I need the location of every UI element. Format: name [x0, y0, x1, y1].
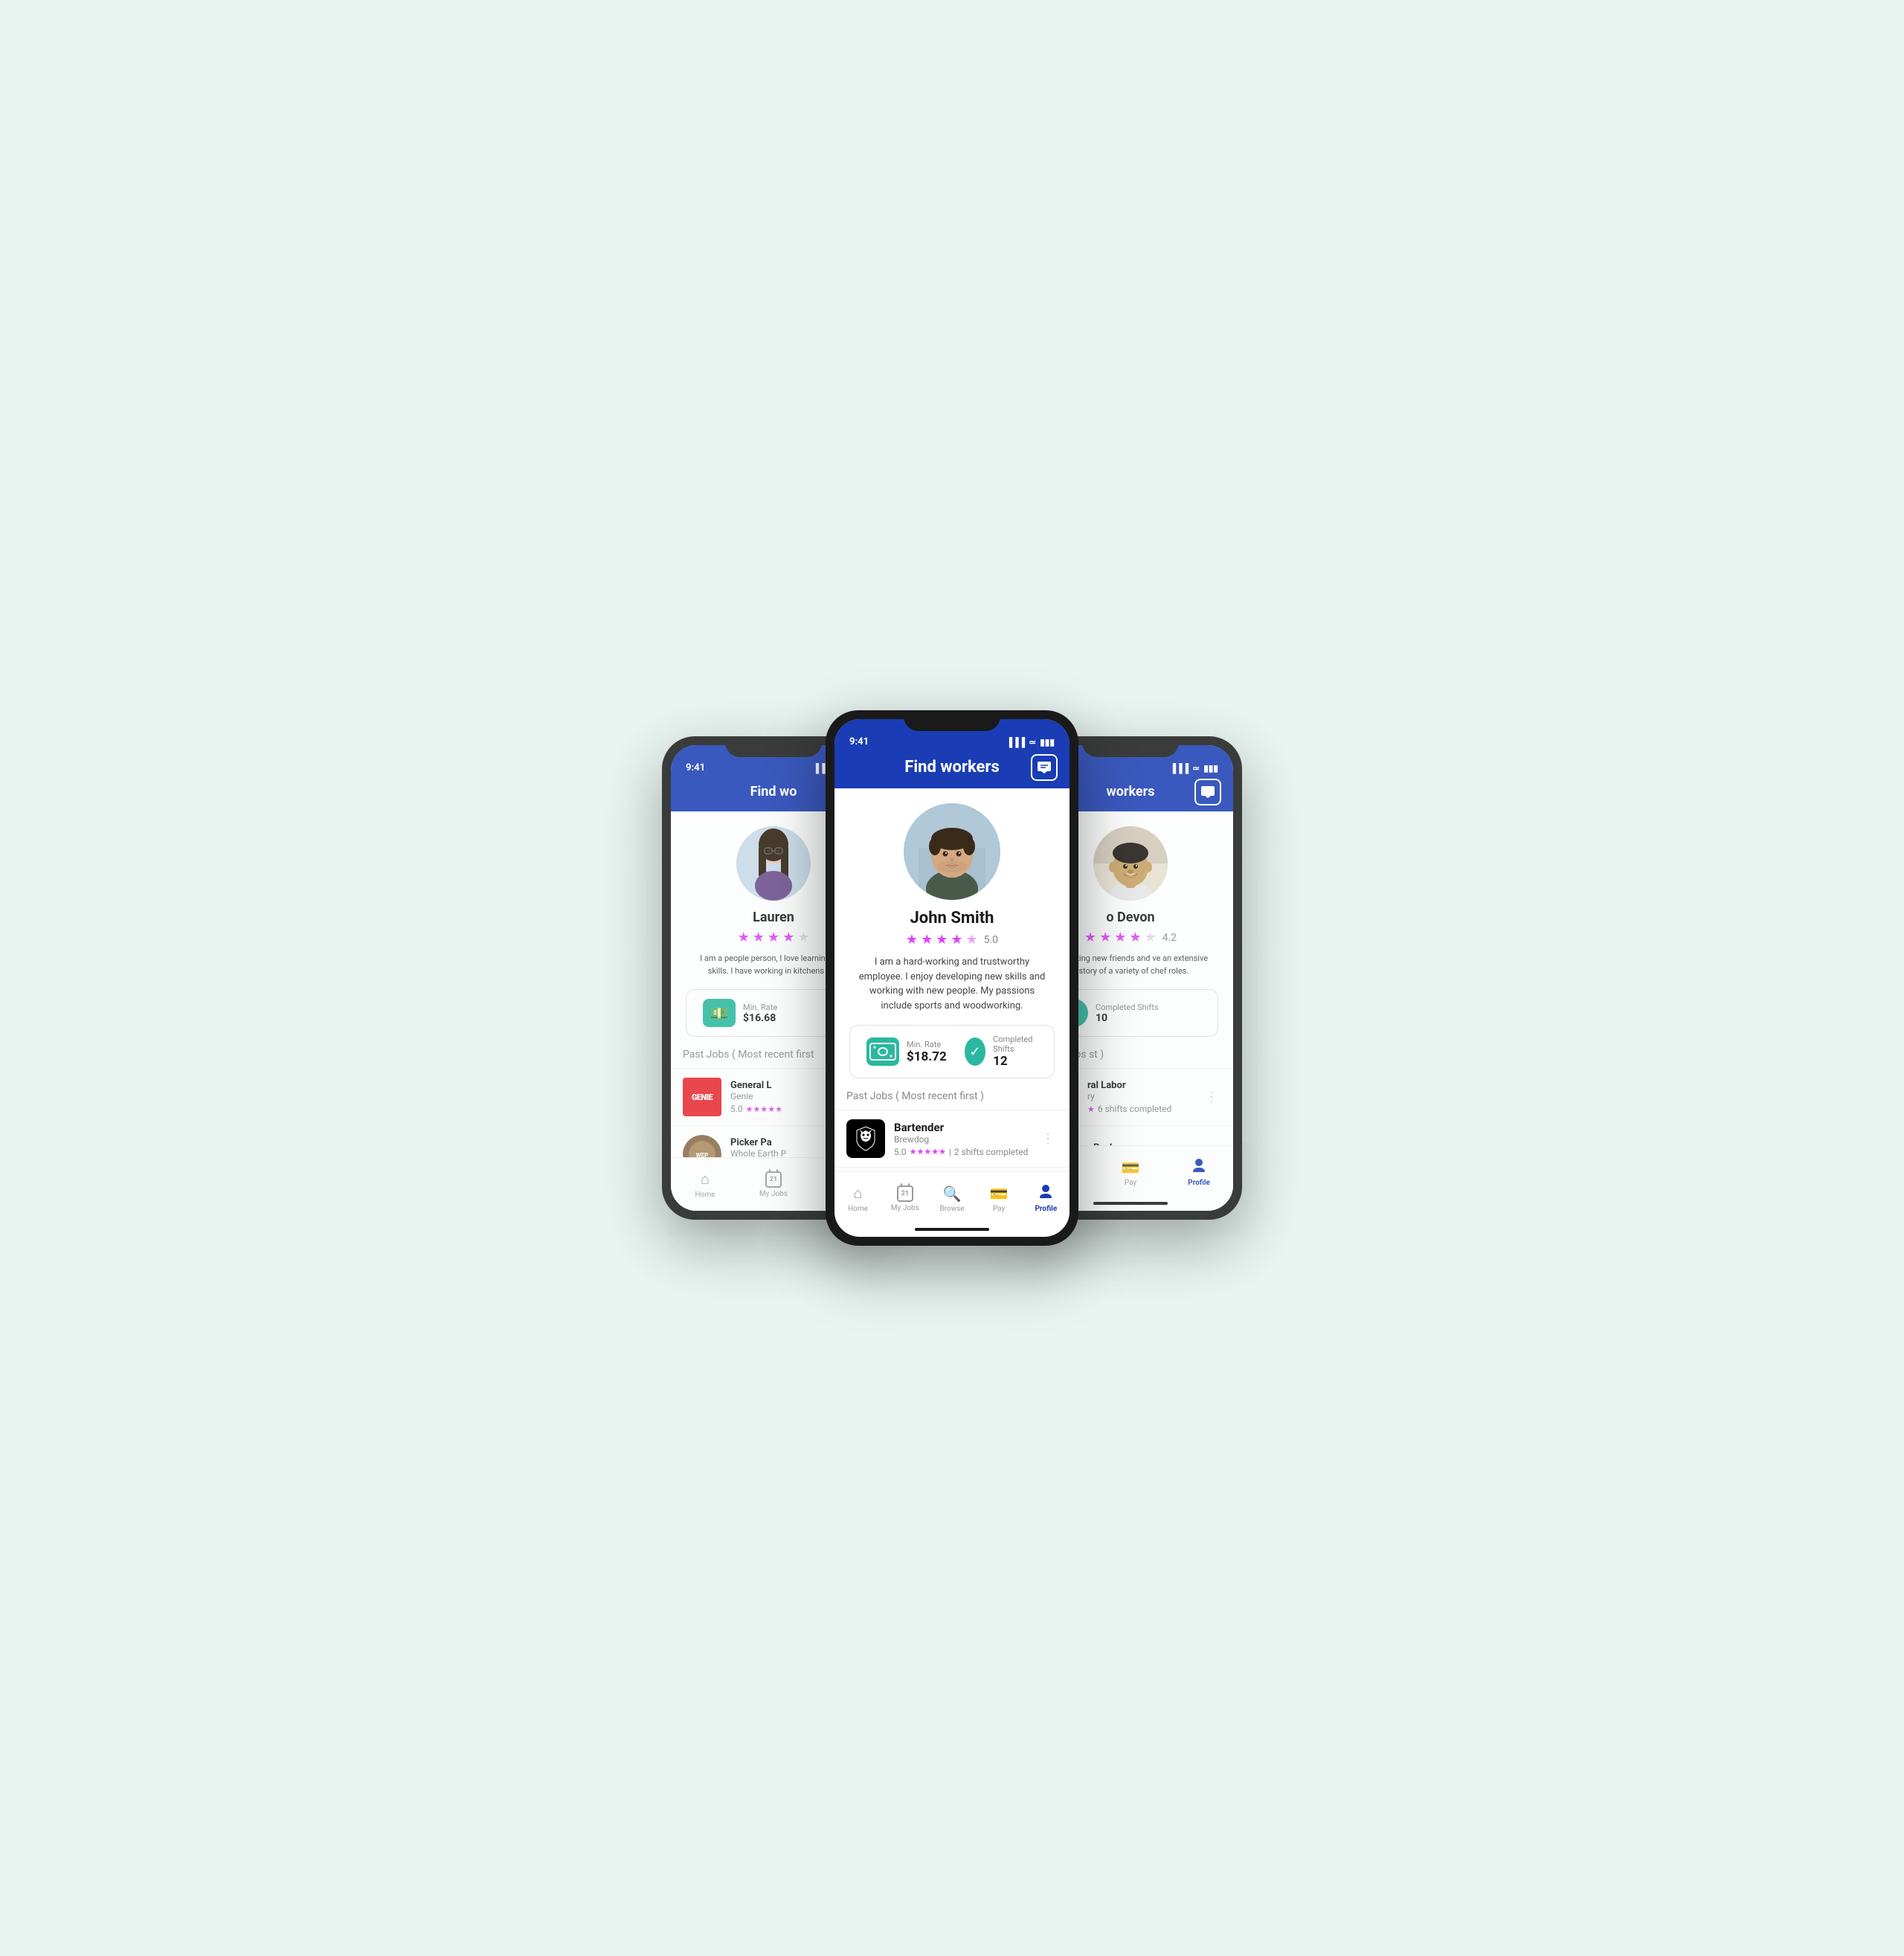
calendar-icon-left: 21 [765, 1171, 782, 1188]
scroll-content-center[interactable]: John Smith ★ ★ ★ ★ ★ 5.0 I am a hard-wor… [834, 788, 1070, 1171]
shifts-text-right: Completed Shifts 10 [1096, 1003, 1159, 1024]
status-icons-center: ▐▐▐ ≃ ▮▮▮ [1006, 737, 1055, 747]
battery-icon-right: ▮▮▮ [1203, 763, 1218, 773]
job-company-center-1: Brewdog [894, 1134, 1029, 1145]
pay-icon-right: 💳 [1122, 1159, 1140, 1177]
nav-profile-center[interactable]: Profile [1028, 1184, 1064, 1213]
job-card-center-1[interactable]: Bartender Brewdog 5.0 ★★★★★ | 2 shifts c… [834, 1110, 1070, 1167]
brewdog-logo [846, 1119, 885, 1158]
bio-center: I am a hard-working and trustworthy empl… [849, 955, 1055, 1013]
job-card-center-2[interactable]: Levy Prep Cook Levy Restaurant 5.0 ★★★★★… [834, 1167, 1070, 1171]
worker-name-right: o Devon [1106, 910, 1154, 925]
notch-left [725, 736, 822, 757]
shifts-text-center: Completed Shifts 12 [993, 1035, 1040, 1069]
job-company-right-1: ry [1087, 1091, 1193, 1101]
more-button-center-1[interactable]: ⋮ [1038, 1128, 1058, 1150]
job-title-right-2: r Packer [1087, 1142, 1193, 1145]
nav-home-left[interactable]: ⌂ Home [687, 1170, 723, 1199]
job-title-center-1: Bartender [894, 1121, 1029, 1134]
center-phone: 9:41 ▐▐▐ ≃ ▮▮▮ Find workers [826, 710, 1078, 1246]
stars-right: ★ ★ ★ ★ ★ 4.2 [1084, 930, 1177, 945]
stars-center: ★ ★ ★ ★ ★ 5.0 [906, 932, 998, 948]
time-center: 9:41 [849, 736, 869, 747]
scene: 9:41 ▐▐▐ ≃ ▮▮▮ Find wo [647, 625, 1257, 1331]
avatar-center [904, 803, 1000, 900]
nav-browse-center[interactable]: 🔍 Browse [934, 1185, 970, 1213]
status-icons-right: ▐▐▐ ≃ ▮▮▮ [1170, 763, 1218, 773]
stats-row-center: Min. Rate $18.72 ✓ Completed Shifts 12 [849, 1025, 1055, 1078]
wep-logo: WEP [683, 1135, 721, 1157]
wifi-icon-center: ≃ [1029, 737, 1036, 747]
job-info-right-2: r Packer ★ 4 shifts completed [1087, 1142, 1193, 1145]
header-title-right: workers [1107, 784, 1155, 800]
svg-text:WEP: WEP [696, 1152, 709, 1157]
time-left: 9:41 [686, 762, 705, 773]
shifts-stat-center: ✓ Completed Shifts 12 [956, 1026, 1049, 1078]
nav-myjobs-center[interactable]: 21 My Jobs [887, 1185, 923, 1212]
avatar-left [736, 826, 811, 901]
job-meta-right-1: ★ 6 shifts completed [1087, 1104, 1193, 1114]
pay-icon-center: 💳 [990, 1185, 1009, 1203]
chat-button-center[interactable] [1031, 754, 1058, 781]
more-button-right-2[interactable]: ⋮ [1202, 1144, 1221, 1146]
more-button-right-1[interactable]: ⋮ [1202, 1087, 1221, 1108]
genie-logo: GENIE [683, 1078, 721, 1116]
check-circle-center: ✓ [965, 1037, 985, 1066]
header-title-left: Find wo [750, 784, 797, 800]
past-jobs-title-center: Past Jobs ( Most recent first ) [834, 1090, 1070, 1110]
profile-icon-right [1191, 1158, 1206, 1177]
rating-num-right: 4.2 [1162, 932, 1177, 944]
profile-icon-center [1038, 1184, 1053, 1203]
chat-button-right[interactable] [1194, 779, 1221, 805]
home-icon-left: ⌂ [701, 1170, 710, 1188]
nav-profile-right[interactable]: Profile [1181, 1158, 1217, 1187]
wifi-icon-right: ≃ [1192, 763, 1200, 773]
rate-text-left: Min. Rate $16.68 [743, 1003, 777, 1024]
job-info-center-1: Bartender Brewdog 5.0 ★★★★★ | 2 shifts c… [894, 1121, 1029, 1157]
nav-home-center[interactable]: ⌂ Home [840, 1184, 876, 1213]
signal-icon-right: ▐▐▐ [1170, 763, 1189, 773]
profile-section-center: John Smith ★ ★ ★ ★ ★ 5.0 I am a hard-wor… [834, 788, 1070, 1090]
app-header-center: Find workers [834, 752, 1070, 788]
job-meta-center-1: 5.0 ★★★★★ | 2 shifts completed [894, 1147, 1029, 1157]
header-title-center: Find workers [904, 758, 1000, 776]
rate-text-center: Min. Rate $18.72 [907, 1040, 947, 1064]
job-info-right-1: ral Labor ry ★ 6 shifts completed [1087, 1080, 1193, 1114]
bottom-nav-center: ⌂ Home 21 My Jobs 🔍 Browse 💳 Pay [834, 1171, 1070, 1225]
nav-myjobs-left[interactable]: 21 My Jobs [756, 1171, 791, 1198]
nav-pay-center[interactable]: 💳 Pay [981, 1185, 1017, 1213]
home-bar-right [1093, 1202, 1168, 1205]
money-icon-center [866, 1037, 899, 1066]
battery-icon-center: ▮▮▮ [1040, 737, 1055, 747]
signal-icon-center: ▐▐▐ [1006, 737, 1026, 747]
worker-name-center: John Smith [910, 909, 994, 927]
search-icon-center: 🔍 [943, 1185, 962, 1203]
rate-stat-center: Min. Rate $18.72 [858, 1029, 956, 1075]
job-title-right-1: ral Labor [1087, 1080, 1193, 1091]
home-icon-center: ⌂ [854, 1184, 863, 1203]
notch-right [1082, 736, 1179, 757]
money-icon-left: 💵 [703, 999, 736, 1027]
rating-num-center: 5.0 [984, 934, 998, 946]
notch-center [904, 710, 1000, 731]
avatar-right [1093, 826, 1168, 901]
worker-name-left: Lauren [753, 910, 794, 925]
home-bar-center [915, 1228, 989, 1231]
calendar-icon-center: 21 [897, 1185, 913, 1202]
nav-pay-right[interactable]: 💳 Pay [1113, 1159, 1148, 1187]
stars-left: ★ ★ ★ ★ ★ [738, 930, 810, 945]
